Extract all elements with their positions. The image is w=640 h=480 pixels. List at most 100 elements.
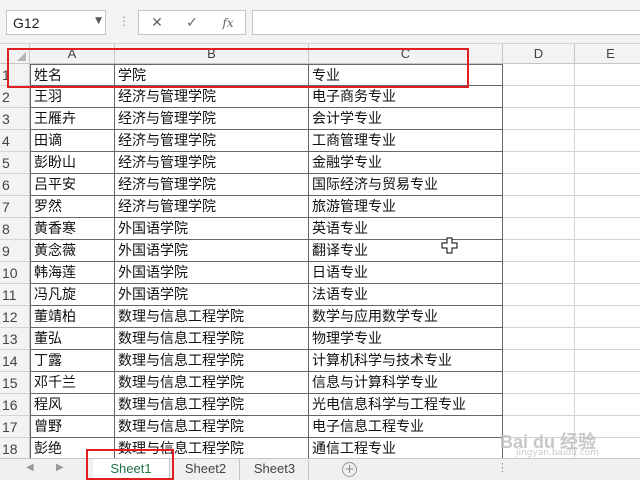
cell[interactable]: 英语专业	[309, 218, 503, 240]
row-header[interactable]: 15	[0, 372, 30, 394]
cell[interactable]	[503, 350, 575, 372]
cell[interactable]	[575, 394, 640, 416]
row-header[interactable]: 17	[0, 416, 30, 438]
cell[interactable]	[503, 262, 575, 284]
row-header[interactable]: 11	[0, 284, 30, 306]
cell[interactable]: 数理与信息工程学院	[115, 416, 309, 438]
column-header-d[interactable]: D	[503, 44, 575, 64]
cell[interactable]: 丁露	[30, 350, 115, 372]
cell[interactable]: 翻译专业	[309, 240, 503, 262]
cell[interactable]: 外国语学院	[115, 262, 309, 284]
cell[interactable]	[503, 174, 575, 196]
cell[interactable]: 罗然	[30, 196, 115, 218]
cell[interactable]	[575, 438, 640, 458]
chevron-down-icon[interactable]: ▼	[95, 16, 102, 26]
cell[interactable]: 曾野	[30, 416, 115, 438]
row-header[interactable]: 9	[0, 240, 30, 262]
cell[interactable]: 吕平安	[30, 174, 115, 196]
cell[interactable]: 数理与信息工程学院	[115, 438, 309, 458]
row-header[interactable]: 18	[0, 438, 30, 458]
cell[interactable]: 光电信息科学与工程专业	[309, 394, 503, 416]
row-header[interactable]: 1	[0, 64, 30, 86]
cell[interactable]: 工商管理专业	[309, 130, 503, 152]
row-header[interactable]: 16	[0, 394, 30, 416]
cell[interactable]: 彭盼山	[30, 152, 115, 174]
cell[interactable]	[503, 152, 575, 174]
cell[interactable]: 数理与信息工程学院	[115, 372, 309, 394]
name-box[interactable]: G12 ▼	[6, 10, 106, 35]
row-header[interactable]: 7	[0, 196, 30, 218]
cell[interactable]: 学院	[115, 64, 309, 86]
cell[interactable]	[503, 416, 575, 438]
row-header[interactable]: 14	[0, 350, 30, 372]
cell[interactable]	[575, 416, 640, 438]
cell[interactable]: 冯凡旋	[30, 284, 115, 306]
cell[interactable]: 经济与管理学院	[115, 174, 309, 196]
scroll-grip-icon[interactable]: ⋮	[497, 461, 508, 474]
column-header-c[interactable]: C	[309, 44, 503, 64]
cell[interactable]	[575, 240, 640, 262]
cell[interactable]: 经济与管理学院	[115, 152, 309, 174]
cell[interactable]: 专业	[309, 64, 503, 86]
cell[interactable]: 经济与管理学院	[115, 86, 309, 108]
cell[interactable]: 经济与管理学院	[115, 196, 309, 218]
cell[interactable]	[575, 174, 640, 196]
select-all-button[interactable]	[0, 44, 30, 64]
row-header[interactable]: 12	[0, 306, 30, 328]
cell[interactable]	[503, 328, 575, 350]
cell[interactable]: 黄念薇	[30, 240, 115, 262]
cell[interactable]: 金融学专业	[309, 152, 503, 174]
cell[interactable]: 外国语学院	[115, 284, 309, 306]
column-header-a[interactable]: A	[30, 44, 115, 64]
row-header[interactable]: 13	[0, 328, 30, 350]
cell[interactable]: 旅游管理专业	[309, 196, 503, 218]
check-icon[interactable]: ✓	[181, 14, 203, 32]
insert-function-button[interactable]: fx	[217, 14, 239, 32]
cell[interactable]: 邓千兰	[30, 372, 115, 394]
cell[interactable]: 计算机科学与技术专业	[309, 350, 503, 372]
row-header[interactable]: 10	[0, 262, 30, 284]
cell[interactable]	[575, 306, 640, 328]
cell[interactable]: 数理与信息工程学院	[115, 306, 309, 328]
cell[interactable]: 王雁卉	[30, 108, 115, 130]
column-header-b[interactable]: B	[115, 44, 309, 64]
tab-sheet1[interactable]: Sheet1	[93, 459, 170, 480]
cell[interactable]	[575, 328, 640, 350]
cell[interactable]	[575, 284, 640, 306]
cell[interactable]: 外国语学院	[115, 218, 309, 240]
close-icon[interactable]: ✕	[146, 14, 168, 32]
cell[interactable]	[503, 108, 575, 130]
cell[interactable]	[575, 372, 640, 394]
cell[interactable]	[575, 262, 640, 284]
formula-input[interactable]	[252, 10, 640, 35]
cell[interactable]: 程风	[30, 394, 115, 416]
cell[interactable]	[575, 108, 640, 130]
tab-sheet2[interactable]: Sheet2	[172, 459, 240, 480]
cell[interactable]	[503, 64, 575, 86]
cell[interactable]	[503, 306, 575, 328]
cell[interactable]	[503, 218, 575, 240]
cell[interactable]	[575, 218, 640, 240]
cell[interactable]	[503, 284, 575, 306]
cell[interactable]: 电子商务专业	[309, 86, 503, 108]
cell[interactable]	[503, 372, 575, 394]
row-header[interactable]: 8	[0, 218, 30, 240]
cell[interactable]: 田谪	[30, 130, 115, 152]
cell[interactable]: 韩海莲	[30, 262, 115, 284]
cell[interactable]: 彭绝	[30, 438, 115, 458]
cell[interactable]: 日语专业	[309, 262, 503, 284]
cell[interactable]: 数理与信息工程学院	[115, 394, 309, 416]
cell[interactable]	[503, 130, 575, 152]
cell[interactable]: 通信工程专业	[309, 438, 503, 458]
row-header[interactable]: 4	[0, 130, 30, 152]
cell[interactable]	[575, 196, 640, 218]
cell[interactable]	[575, 86, 640, 108]
row-header[interactable]: 2	[0, 86, 30, 108]
cell[interactable]: 法语专业	[309, 284, 503, 306]
cell[interactable]	[503, 196, 575, 218]
cell[interactable]: 经济与管理学院	[115, 108, 309, 130]
formula-bar-separator[interactable]: ⋮	[118, 14, 130, 28]
column-header-e[interactable]: E	[575, 44, 640, 64]
cell[interactable]: 董靖柏	[30, 306, 115, 328]
cell[interactable]: 数理与信息工程学院	[115, 328, 309, 350]
